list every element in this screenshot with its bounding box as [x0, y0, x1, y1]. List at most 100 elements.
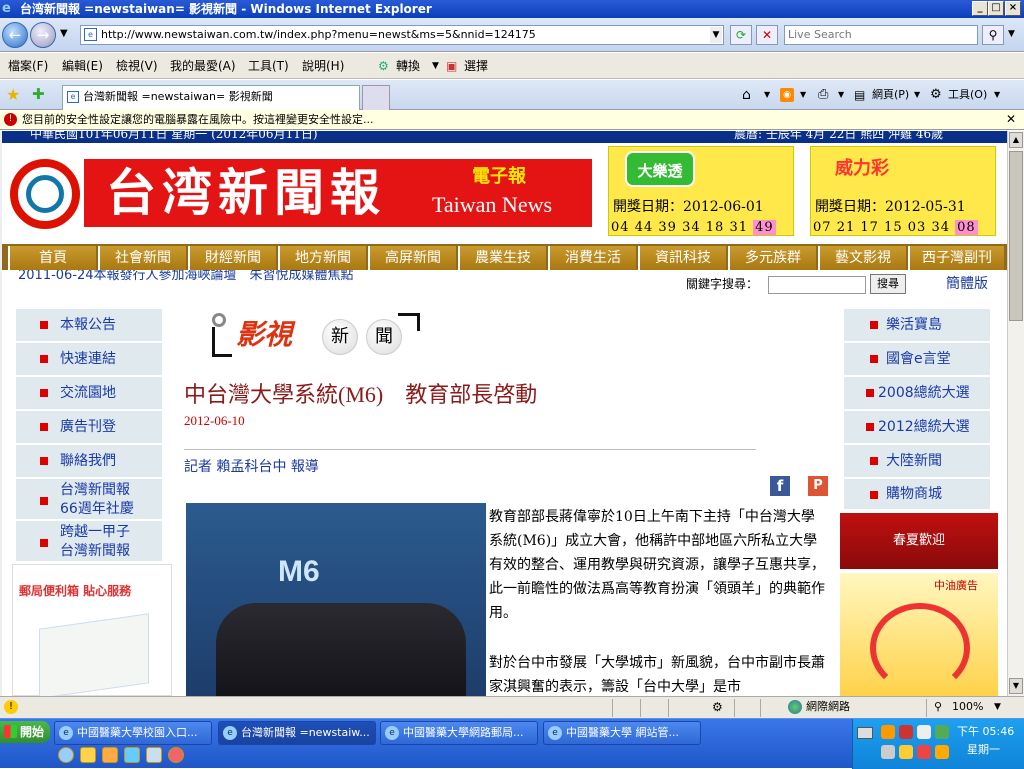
- tab-active[interactable]: e 台灣新聞報 =newstaiwan= 影視新聞: [62, 85, 360, 110]
- right-menu-item[interactable]: 國會e言堂: [844, 343, 990, 377]
- rss-dropdown-icon[interactable]: ▼: [800, 86, 806, 104]
- print-icon[interactable]: ⎙: [818, 86, 828, 104]
- close-button[interactable]: ×: [1005, 1, 1021, 16]
- nav-kaoping[interactable]: 高屏新聞: [368, 246, 456, 270]
- back-button[interactable]: ←: [2, 22, 28, 48]
- nav-tech[interactable]: 資訊科技: [638, 246, 726, 270]
- cpc-ad[interactable]: 中油廣告: [840, 573, 998, 696]
- quicklaunch-media-icon[interactable]: [102, 747, 118, 763]
- right-menu-item[interactable]: 2012總統大選: [844, 411, 990, 445]
- menu-edit[interactable]: 編輯(E): [62, 53, 103, 79]
- select-button[interactable]: 選擇: [464, 53, 488, 79]
- nav-home[interactable]: 首頁: [8, 246, 96, 270]
- quicklaunch-word-icon[interactable]: [146, 747, 162, 763]
- task-button[interactable]: e 中國醫藥大學校園入口...: [54, 721, 212, 745]
- scroll-thumb[interactable]: [1009, 151, 1023, 321]
- nav-society[interactable]: 社會新聞: [98, 246, 186, 270]
- keyboard-icon[interactable]: [857, 727, 873, 739]
- left-menu-item[interactable]: 廣告刊登: [16, 411, 162, 445]
- tray-icon[interactable]: [899, 725, 913, 739]
- forward-button[interactable]: →: [30, 22, 56, 48]
- post-office-ad[interactable]: 郵局便利箱 貼心服務: [12, 564, 172, 696]
- refresh-button[interactable]: ⟳: [730, 25, 752, 45]
- quicklaunch-messenger-icon[interactable]: [124, 747, 140, 763]
- page-menu-button[interactable]: 網頁(P): [872, 86, 909, 104]
- scroll-up-icon[interactable]: ▲: [1009, 132, 1023, 148]
- left-menu-item[interactable]: 跨越一甲子 台灣新聞報: [16, 521, 162, 563]
- start-button[interactable]: 開始: [0, 721, 50, 743]
- new-tab-button[interactable]: [362, 85, 390, 110]
- left-menu-item[interactable]: 聯絡我們: [16, 445, 162, 479]
- right-menu-item[interactable]: 2008總統大選: [844, 377, 990, 411]
- right-menu-item[interactable]: 購物商城: [844, 479, 990, 511]
- tools-dropdown-icon[interactable]: ▼: [994, 86, 1000, 104]
- simplified-link[interactable]: 簡體版: [946, 275, 988, 293]
- tools-menu-button[interactable]: 工具(O): [948, 86, 987, 104]
- right-menu-item[interactable]: 大陸新聞: [844, 445, 990, 479]
- lotto-box-weili[interactable]: 威力彩 開獎日期：2012-05-31 07 21 17 15 03 34 08: [810, 146, 996, 236]
- home-dropdown-icon[interactable]: ▼: [764, 86, 770, 104]
- quicklaunch-outlook-icon[interactable]: [80, 747, 96, 763]
- stop-button[interactable]: ✕: [756, 25, 778, 45]
- tray-icon[interactable]: [917, 745, 931, 759]
- page-dropdown-icon[interactable]: ▼: [914, 86, 920, 104]
- task-button-active[interactable]: e 台灣新聞報 =newstaiw...: [218, 721, 376, 745]
- menu-favorites[interactable]: 我的最愛(A): [170, 53, 236, 79]
- convert-button[interactable]: 轉換: [396, 53, 420, 79]
- right-menu-item[interactable]: 樂活寶島: [844, 309, 990, 343]
- left-menu-item[interactable]: 交流園地: [16, 377, 162, 411]
- rss-icon[interactable]: ◉: [780, 88, 794, 102]
- tray-icon[interactable]: [917, 725, 931, 739]
- quicklaunch-player-icon[interactable]: [168, 747, 184, 763]
- spring-summer-ad[interactable]: 春夏歡迎: [840, 513, 998, 569]
- menu-tools[interactable]: 工具(T): [248, 53, 289, 79]
- clock-time[interactable]: 下午 05:46: [957, 725, 1014, 739]
- menu-help[interactable]: 說明(H): [302, 53, 344, 79]
- keyword-input[interactable]: [768, 276, 866, 294]
- nav-finance[interactable]: 財經新聞: [188, 246, 276, 270]
- add-favorites-icon[interactable]: ✚: [32, 85, 45, 103]
- task-button[interactable]: e 中國醫藥大學 網站管...: [543, 721, 701, 745]
- left-menu-item[interactable]: 台灣新聞報 66週年社慶: [16, 479, 162, 521]
- warning-icon[interactable]: !: [4, 700, 18, 714]
- facebook-share-icon[interactable]: f: [770, 476, 790, 496]
- print-dropdown-icon[interactable]: ▼: [838, 86, 844, 104]
- task-button[interactable]: e 中國醫藥大學網路郵局...: [380, 721, 538, 745]
- site-logo[interactable]: [10, 159, 80, 229]
- nav-local[interactable]: 地方新聞: [278, 246, 366, 270]
- tray-icon[interactable]: [881, 745, 895, 759]
- address-input[interactable]: e http://www.newstaiwan.com.tw/index.php…: [80, 25, 724, 45]
- search-options-icon[interactable]: ▼: [1008, 29, 1015, 39]
- nav-arts[interactable]: 藝文影視: [818, 246, 906, 270]
- tray-icon[interactable]: [881, 725, 895, 739]
- left-menu-item[interactable]: 本報公告: [16, 309, 162, 343]
- security-infobar[interactable]: ! 您目前的安全性設定讓您的電腦暴露在風險中。按這裡變更安全性設定... ✕: [0, 110, 1024, 130]
- zoom-dropdown-icon[interactable]: ▼: [994, 697, 1001, 717]
- plurk-share-icon[interactable]: P: [808, 476, 828, 496]
- keyword-search-button[interactable]: 搜尋: [870, 274, 906, 294]
- history-dropdown-icon[interactable]: ▼: [60, 28, 68, 39]
- favorites-star-icon[interactable]: ★: [6, 85, 20, 104]
- news-ticker[interactable]: 2011-06-24本報發行人參加海峽論壇 朱習悅成媒體焦點: [18, 270, 458, 286]
- nav-agri[interactable]: 農業生技: [458, 246, 546, 270]
- vertical-scrollbar[interactable]: ▲ ▼: [1007, 131, 1024, 696]
- quicklaunch-ie-icon[interactable]: [58, 747, 74, 763]
- minimize-button[interactable]: _: [972, 1, 988, 16]
- infobar-close-icon[interactable]: ✕: [1006, 110, 1016, 129]
- lotto-box-daletou[interactable]: 大樂透 開獎日期：2012-06-01 04 44 39 34 18 31 49: [608, 146, 794, 236]
- menu-view[interactable]: 檢視(V): [116, 53, 158, 79]
- nav-consumer[interactable]: 消費生活: [548, 246, 636, 270]
- tray-icon[interactable]: [935, 745, 949, 759]
- menu-file[interactable]: 檔案(F): [8, 53, 48, 79]
- maximize-button[interactable]: □: [988, 1, 1004, 16]
- scroll-down-icon[interactable]: ▼: [1009, 678, 1023, 694]
- live-search-input[interactable]: Live Search: [784, 25, 978, 45]
- home-icon[interactable]: ⌂: [742, 86, 751, 104]
- nav-ethnic[interactable]: 多元族群: [728, 246, 816, 270]
- search-icon[interactable]: ⚲: [982, 25, 1004, 45]
- left-menu-item[interactable]: 快速連結: [16, 343, 162, 377]
- url-dropdown-icon[interactable]: ▼: [710, 27, 722, 43]
- zoom-level[interactable]: 100%: [952, 697, 983, 717]
- site-banner[interactable]: 台湾新聞報 電子報 Taiwan News: [84, 159, 592, 227]
- nav-supplement[interactable]: 西子灣副刊: [908, 246, 1004, 270]
